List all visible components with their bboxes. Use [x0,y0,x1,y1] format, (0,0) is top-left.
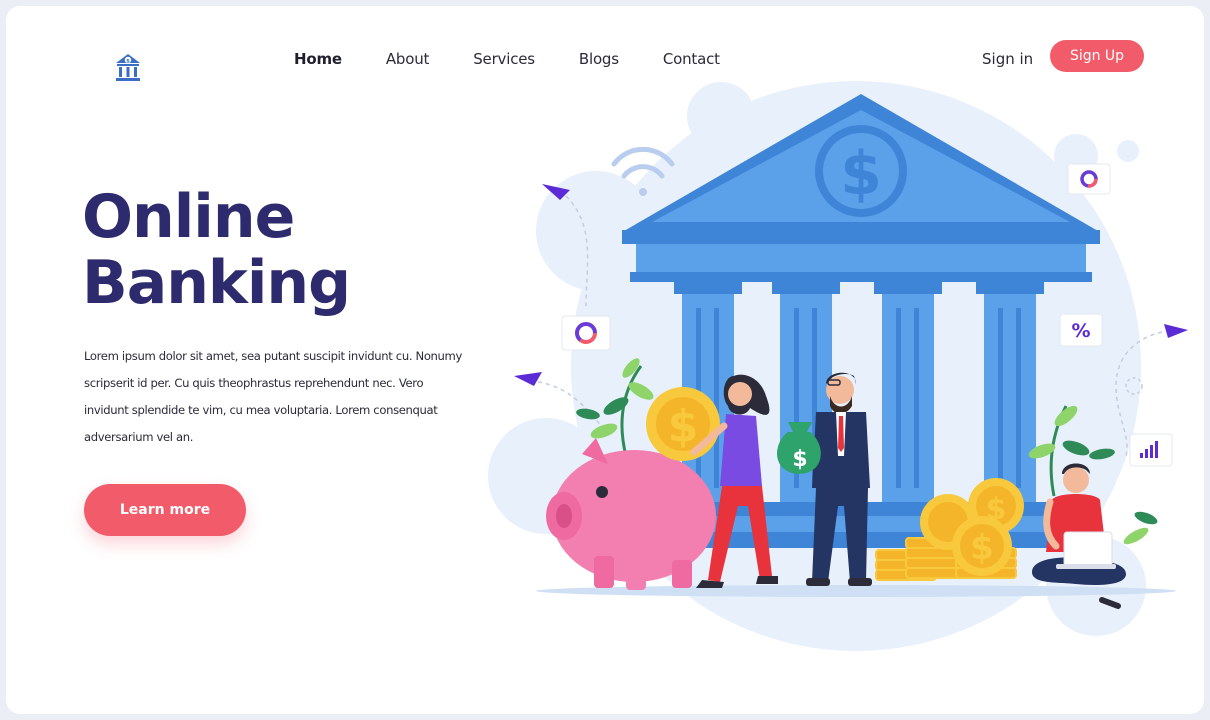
svg-text:$: $ [970,528,994,568]
bar-chart-card-icon [1129,433,1173,467]
landing-page: $ Home About Services Blogs Contact Sign… [6,6,1204,714]
hero-title: Online Banking [82,182,351,318]
svg-text:$: $ [668,401,699,452]
gold-coin-icon: $ [646,387,720,461]
svg-text:$: $ [126,58,130,64]
nav-contact[interactable]: Contact [663,50,720,68]
signin-link[interactable]: Sign in [982,50,1033,68]
svg-text:$: $ [792,447,807,472]
online-banking-illustration: % $ $ $ $ $ [488,81,1188,651]
hero-description: Lorem ipsum dolor sit amet, sea putant s… [84,349,463,444]
nav-services[interactable]: Services [473,50,535,68]
nav-home[interactable]: Home [294,50,342,68]
hero-title-line-1: Online [82,182,295,252]
main-nav: Home About Services Blogs Contact [294,50,764,68]
nav-blogs[interactable]: Blogs [579,50,619,68]
learn-more-button[interactable]: Learn more [84,484,246,536]
bank-logo-icon[interactable]: $ [114,52,142,84]
svg-text:$: $ [840,139,882,209]
svg-text:$: $ [986,492,1007,527]
donut-chart-card-icon [561,315,611,351]
hero-title-line-2: Banking [82,248,351,318]
svg-text:%: % [1071,320,1090,342]
donut-chart-small-card-icon [1067,163,1111,195]
signup-button[interactable]: Sign Up [1050,40,1144,72]
percent-card-icon: % [1059,313,1103,347]
nav-about[interactable]: About [386,50,430,68]
